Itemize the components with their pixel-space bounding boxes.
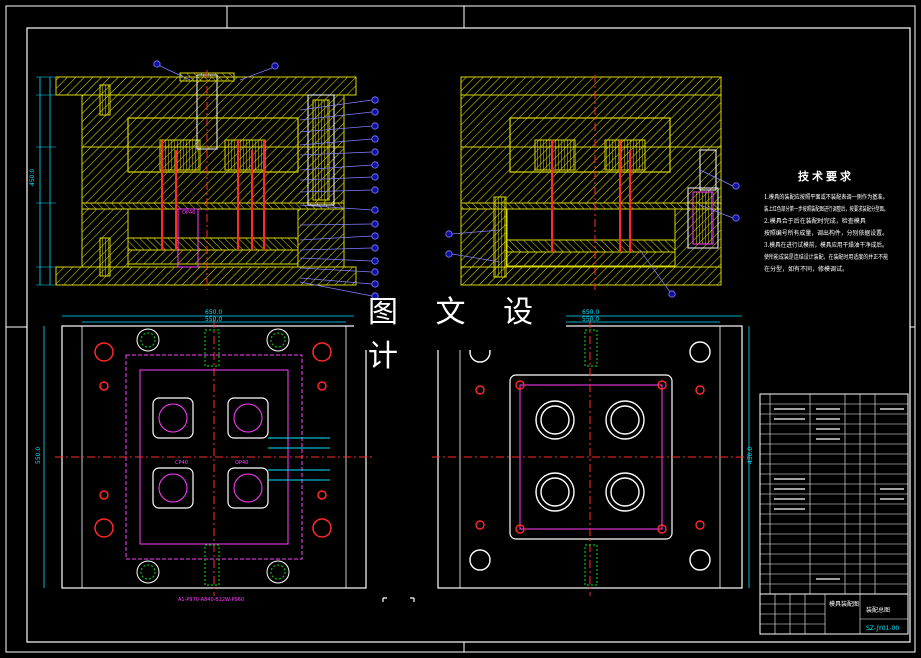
drawing-title: 模具装配图 [829, 600, 859, 608]
left-section-view: OP40 450.0 [29, 60, 379, 300]
tech-req-line-2: 装上红色部分第一步按照装配图进行调整后，按要求装配分型面。 [764, 206, 889, 213]
left-width-dim-2: 550.0 [205, 316, 222, 323]
section-height-label: 450.0 [29, 169, 36, 186]
right-height-dim: 450.0 [747, 447, 754, 464]
tech-req-line-3: 2.模具合于后在装配时完成，检查模具 [764, 218, 866, 225]
left-width-dim: 650.0 [205, 309, 222, 316]
section-note: A1-P970-A840-B12W-P960 [178, 597, 244, 603]
right-width-dim: 650.0 [582, 309, 599, 316]
plan-cavity-b: OP40 [235, 460, 248, 466]
plan-cavity-a: CP40 [175, 460, 188, 466]
watermark-banner: 图 文 设 计 [354, 295, 566, 374]
right-section-view [445, 75, 740, 298]
tech-req-line-6: 使所能成装是连结设计装配，在装配时用适度的并正不能 [764, 254, 889, 261]
tech-req-line-1: 1.模具的装配应按照平面或不装配表调一侧作为基准。 [764, 194, 888, 201]
tech-req-line-4: 按照编号所有成量，调出构件，分别依据设置。 [764, 230, 888, 237]
left-height-dim: 550.0 [35, 447, 42, 464]
cavity-label: OP40 [182, 210, 195, 216]
watermark-text: 图 文 设 计 [368, 295, 548, 374]
drawing-number: SZ-JY01-00 [866, 625, 899, 632]
title-block: 模具装配图 装配总图 SZ-JY01-00 [759, 393, 909, 635]
right-width-dim-2: 550.0 [582, 316, 599, 323]
project-name: 装配总图 [866, 606, 890, 614]
tech-req-line-5: 3.模具在进行试模前，模具应用干燥油干净成后。 [764, 242, 888, 249]
tech-req-line-7: 在分型，如有不同，修模调试。 [764, 266, 849, 273]
technical-requirements: 技术要求 1.模具的装配应按照平面或不装配表调一侧作为基准。 装上红色部分第一步… [764, 168, 888, 276]
tech-req-title: 技术要求 [798, 170, 854, 183]
